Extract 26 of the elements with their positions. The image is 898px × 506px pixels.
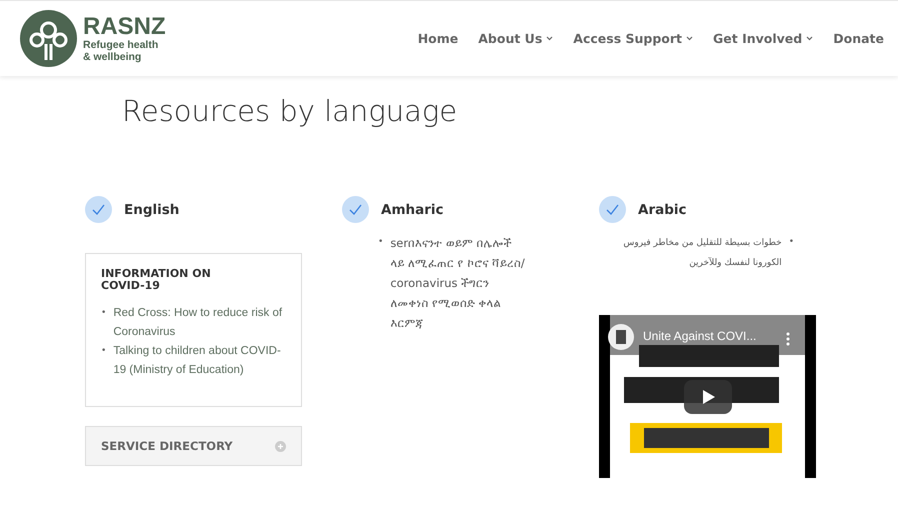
page-heading: Resources by language bbox=[122, 94, 458, 128]
nav-link[interactable]: Donate bbox=[833, 31, 884, 46]
brand-tagline: Refugee health & wellbeing bbox=[83, 38, 160, 62]
language-title: Amharic bbox=[381, 202, 444, 218]
crest-icon bbox=[608, 324, 634, 350]
bullet: • bbox=[788, 236, 794, 249]
nav-link[interactable]: Access Support bbox=[573, 31, 694, 46]
brand-name: RASNZ bbox=[83, 14, 166, 38]
resource-link[interactable]: خطوات بسيطة للتقليل من مخاطر فيروس الكورونا لنفسك وللآخرين bbox=[599, 233, 782, 273]
language-title: Arabic bbox=[638, 202, 687, 218]
resource-link[interactable]: Talking to children about COVID-19 (Ministry of Education) bbox=[113, 342, 286, 380]
resource-link[interactable]: Red Cross: How to reduce risk of Coronavirus bbox=[113, 304, 286, 342]
nav-link[interactable]: Get Involved bbox=[713, 31, 814, 46]
play-icon[interactable] bbox=[684, 380, 732, 414]
accordion-toggle[interactable]: SERVICE DIRECTORY bbox=[85, 426, 302, 466]
resource-link[interactable]: serበእናንተ ወይም በሌሎች ላይ ለሚፈጠር የ ኮሮና ቫይረስ/ coronavirus ችግርን ለመቀነስ የሚወሰድ ቀላል እርምጃ bbox=[390, 233, 528, 333]
nav-link[interactable]: About Us bbox=[478, 31, 554, 46]
card-title: INFORMATION ON COVID-19 bbox=[101, 268, 212, 292]
bullet: • bbox=[101, 307, 106, 320]
more-icon[interactable] bbox=[786, 332, 790, 346]
tree-logo-icon bbox=[20, 10, 77, 67]
language-title: English bbox=[124, 202, 180, 218]
video-title: Unite Against COVI... bbox=[643, 329, 756, 343]
nav-link[interactable]: Home bbox=[418, 31, 458, 46]
bullet: • bbox=[378, 236, 384, 249]
bullet: • bbox=[101, 345, 106, 358]
